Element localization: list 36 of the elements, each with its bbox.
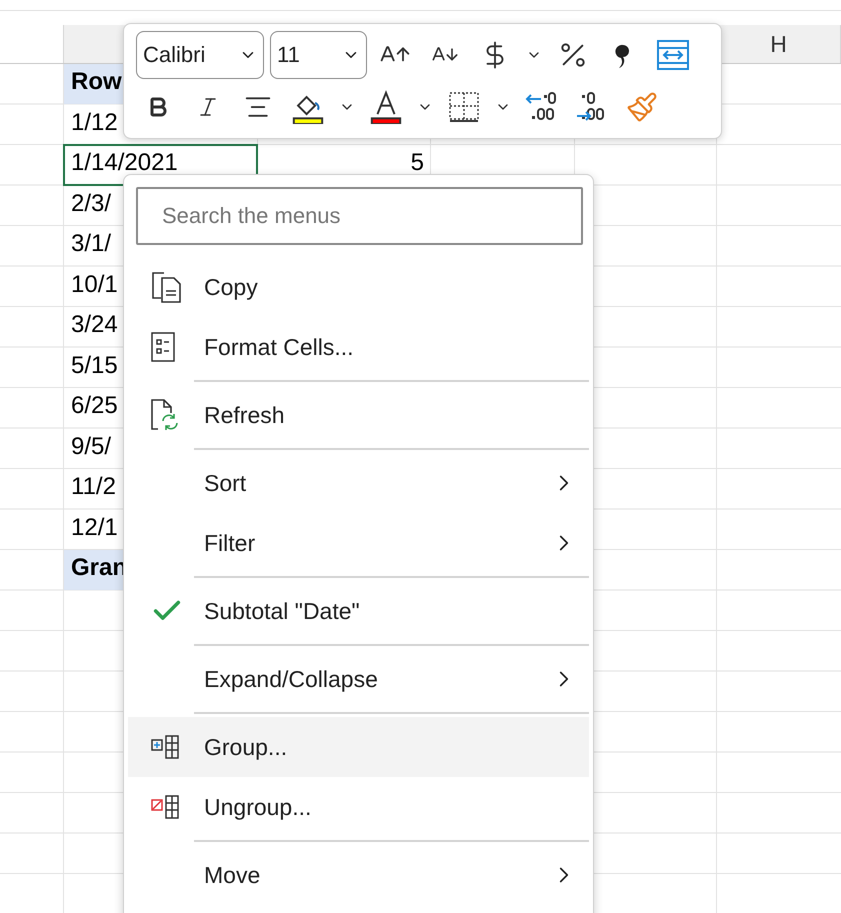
menu-item-label: Format Cells... [204, 334, 355, 360]
menu-item[interactable]: Refresh [128, 385, 589, 445]
menu-item-label: Ungroup... [204, 794, 312, 820]
search-field[interactable]: Search the menus [136, 187, 583, 245]
menu-item[interactable]: Ungroup... [128, 777, 589, 837]
menu-item-label: Sort [204, 470, 248, 496]
menu-item[interactable]: Expand/Collapse [128, 649, 589, 709]
table-cell-text: 5 [410, 148, 425, 178]
table-cell-text: 1/12 [70, 108, 119, 138]
table-cell-text: 10/1 [70, 270, 119, 300]
table-cell-text: 5/15 [70, 350, 119, 380]
table-cell-text: 3/24 [70, 310, 119, 340]
table-cell-text: 12/1 [70, 512, 119, 542]
ungroup-icon [150, 794, 182, 820]
menu-item-label: Refresh [204, 402, 286, 428]
menu-item-label: Subtotal "Date" [204, 598, 361, 624]
table-cell-text: 3/1/ [70, 229, 112, 259]
table-cell-text: 11/2 [70, 472, 117, 502]
font-name-dropdown[interactable]: Calibri [136, 31, 264, 79]
menu-item[interactable]: Format Cells... [128, 317, 589, 377]
table-cell-text: 6/25 [70, 391, 119, 421]
group-icon [150, 734, 182, 760]
menu-item-label: Expand/Collapse [204, 666, 379, 692]
menu-item-label: Copy [204, 274, 259, 300]
menu-item[interactable]: Move [128, 845, 589, 905]
menu-item[interactable]: Sort [128, 453, 589, 513]
column-header[interactable]: H [717, 25, 841, 63]
menu-item-label: Group... [204, 734, 288, 760]
table-cell-text: 9/5/ [70, 432, 112, 462]
format-cells-icon [150, 331, 176, 363]
menu-item[interactable]: Group... [128, 717, 589, 777]
menu-item[interactable]: Copy [128, 257, 589, 317]
refresh-document-icon [150, 398, 180, 432]
menu-item-label: Move [204, 862, 262, 888]
font-size-dropdown[interactable]: 11 [270, 31, 367, 79]
table-cell-text: 2/3/ [70, 188, 112, 218]
